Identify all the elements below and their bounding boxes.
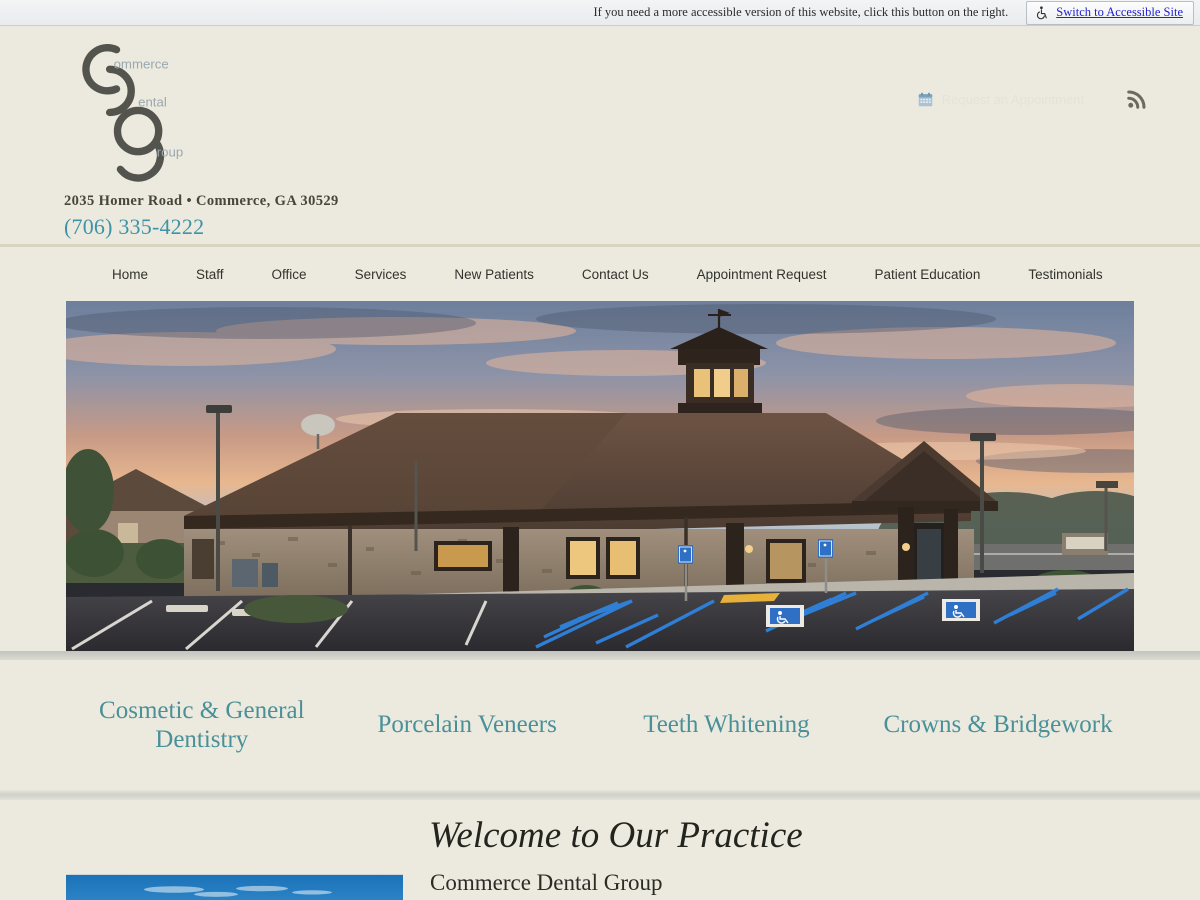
welcome-sky-image: [66, 874, 403, 900]
section-divider-upper: [0, 651, 1200, 660]
hero-banner-image: [66, 301, 1134, 651]
welcome-section: Welcome to Our Practice Commerce Dental …: [0, 800, 1200, 900]
practice-address: 2035 Homer Road • Commerce, GA 30529: [64, 193, 339, 209]
service-link-cosmetic-general-dentistry[interactable]: Cosmetic & General Dentistry: [66, 696, 338, 755]
nav-item-new-patients[interactable]: New Patients: [430, 267, 558, 282]
nav-item-contact-us[interactable]: Contact Us: [558, 267, 673, 282]
switch-to-accessible-site-label: Switch to Accessible Site: [1056, 5, 1183, 19]
logo-block[interactable]: ommerce ental roup 2035 Homer Road • Com…: [64, 32, 424, 240]
hero-wrapper: [0, 301, 1200, 651]
request-appointment-label: Request an Appointment: [941, 91, 1084, 107]
accessibility-message: If you need a more accessible version of…: [593, 5, 1009, 19]
header-actions: Request an Appointment: [918, 88, 1148, 110]
welcome-heading: Welcome to Our Practice: [429, 815, 803, 856]
main-navigation: Home Staff Office Services New Patients …: [0, 247, 1200, 301]
nav-item-home[interactable]: Home: [96, 267, 172, 282]
service-link-porcelain-veneers[interactable]: Porcelain Veneers: [338, 710, 597, 740]
svg-text:ental: ental: [138, 95, 167, 110]
nav-item-appointment-request[interactable]: Appointment Request: [673, 267, 851, 282]
nav-item-office[interactable]: Office: [248, 267, 331, 282]
cdg-monogram-logo-icon[interactable]: ommerce ental roup: [64, 32, 424, 187]
service-link-crowns-bridgework[interactable]: Crowns & Bridgework: [856, 710, 1140, 740]
nav-item-staff[interactable]: Staff: [172, 267, 248, 282]
request-appointment-link[interactable]: Request an Appointment: [918, 92, 1084, 107]
practice-phone[interactable]: (706) 335-4222: [64, 214, 424, 240]
service-link-teeth-whitening[interactable]: Teeth Whitening: [597, 710, 856, 740]
rss-icon[interactable]: [1126, 88, 1148, 110]
svg-text:roup: roup: [157, 145, 184, 160]
nav-item-services[interactable]: Services: [331, 267, 431, 282]
nav-item-patient-education[interactable]: Patient Education: [851, 267, 1005, 282]
nav-item-testimonials[interactable]: Testimonials: [1004, 267, 1126, 282]
site-header: ommerce ental roup 2035 Homer Road • Com…: [0, 26, 1200, 247]
blue-sky-photo-icon: [66, 875, 403, 900]
accessibility-bar: If you need a more accessible version of…: [0, 0, 1200, 26]
section-divider-lower: [0, 790, 1200, 800]
office-building-photo-icon: [66, 301, 1134, 651]
wheelchair-icon: [1036, 5, 1049, 20]
switch-to-accessible-site-button[interactable]: Switch to Accessible Site: [1026, 0, 1194, 25]
calendar-icon: [918, 92, 933, 107]
svg-text:ommerce: ommerce: [114, 56, 169, 71]
practice-name-text: Commerce Dental Group: [430, 870, 663, 895]
services-links-band: Cosmetic & General Dentistry Porcelain V…: [0, 660, 1200, 790]
